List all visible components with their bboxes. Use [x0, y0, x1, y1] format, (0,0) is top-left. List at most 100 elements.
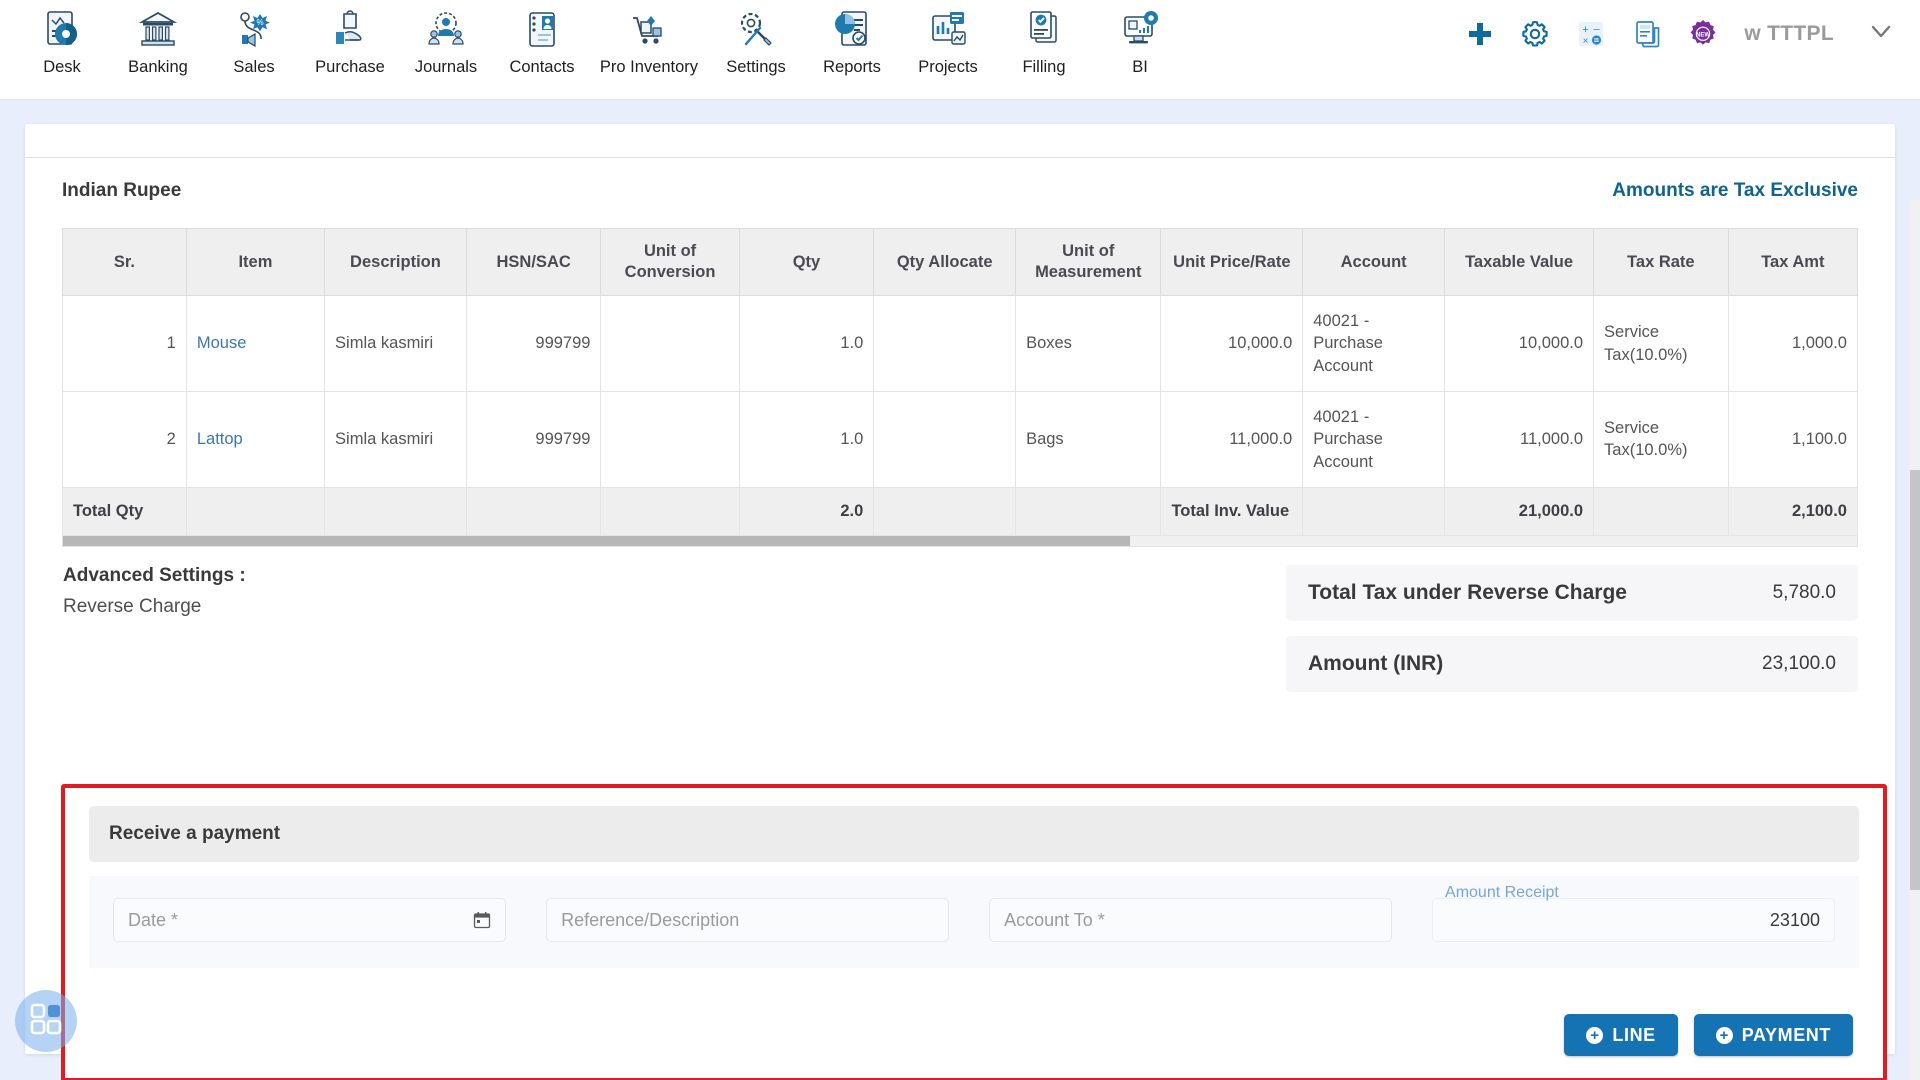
col-hsn-sac: HSN/SAC: [465, 227, 602, 297]
date-input[interactable]: Date *: [113, 898, 507, 942]
table-header-row: Sr. Item Description HSN/SAC Unit of Con…: [62, 227, 1859, 297]
filling-docs-icon: [1022, 6, 1066, 54]
receive-payment-fields: Date * Reference/Description Account To …: [89, 876, 1859, 968]
cell-description: Simla kasmiri: [324, 295, 467, 393]
cell-unit-conversion: [600, 295, 740, 393]
nav-item-label: Journals: [414, 58, 478, 76]
total-qty-label: Total Qty: [62, 486, 187, 536]
table-totals-row: Total Qty 2.0 Total Inv. Value 21,000.0: [62, 486, 1859, 536]
contacts-card-icon: [520, 6, 564, 54]
col-sr: Sr.: [62, 227, 187, 297]
add-payment-label: PAYMENT: [1741, 1024, 1831, 1045]
new-badge-icon[interactable]: NEW: [1688, 19, 1718, 49]
nav-item-label: Purchase: [315, 58, 385, 76]
nav-item-contacts[interactable]: Contacts: [494, 0, 590, 77]
col-qty: Qty: [738, 227, 875, 297]
purchase-hand-icon: [328, 6, 372, 54]
total-blank-6: [1015, 486, 1162, 536]
account-to-input[interactable]: Account To *: [989, 898, 1393, 942]
nav-item-bi[interactable]: BI: [1092, 0, 1188, 77]
card-top-strip: [25, 124, 1895, 158]
inventory-cart-icon: [627, 6, 671, 54]
cell-description: Simla kasmiri: [324, 391, 467, 488]
col-account: Account: [1302, 227, 1446, 297]
reference-placeholder: Reference/Description: [561, 909, 740, 930]
total-taxable-value: 21,000.0: [1444, 486, 1595, 536]
plus-circle-icon: +: [1715, 1026, 1733, 1044]
add-line-button[interactable]: + LINE: [1564, 1014, 1678, 1056]
col-tax-amt: Tax Amt: [1727, 227, 1859, 297]
col-unit-of-measurement: Unit of Measurement: [1015, 227, 1162, 297]
line-items-table: Sr. Item Description HSN/SAC Unit of Con…: [62, 227, 1859, 536]
svg-text:+: +: [1583, 24, 1589, 36]
cell-unit-conversion: [600, 391, 740, 488]
journals-people-icon: [424, 6, 468, 54]
settings-tools-icon: [734, 6, 778, 54]
nav-item-projects[interactable]: Projects: [900, 0, 996, 77]
add-plus-icon[interactable]: [1466, 20, 1494, 48]
col-unit-of-conversion: Unit of Conversion: [600, 227, 740, 297]
nav-item-journals[interactable]: Journals: [398, 0, 494, 77]
table-horizontal-scrollbar[interactable]: [62, 535, 1858, 547]
nav-item-settings[interactable]: Settings: [708, 0, 804, 77]
payment-action-buttons: + LINE + PAYMENT: [89, 1014, 1859, 1056]
nav-item-label: Filling: [1022, 58, 1066, 76]
item-link[interactable]: Lattop: [197, 430, 243, 448]
top-nav-right-actions: + – × NEW w TTTPL: [1466, 18, 1902, 49]
calculator-icon[interactable]: + – ×: [1576, 19, 1606, 49]
cell-item: Mouse: [185, 295, 326, 393]
item-link[interactable]: Mouse: [197, 334, 247, 352]
total-reverse-charge-value: 5,780.0: [1772, 581, 1836, 603]
floating-widget-button[interactable]: [15, 990, 77, 1052]
cell-unit-price: 10,000.0: [1160, 295, 1304, 393]
receive-payment-header: Receive a payment: [89, 806, 1859, 862]
total-blank-5: [873, 486, 1017, 536]
cell-qty-allocate: [873, 295, 1017, 393]
sales-tag-icon: %: [232, 6, 276, 54]
total-reverse-charge-row: Total Tax under Reverse Charge 5,780.0: [1286, 564, 1858, 621]
top-navigation-bar: Desk Banking % Sales Purchase Journals C…: [0, 0, 1920, 100]
calendar-icon[interactable]: [473, 911, 491, 929]
invoice-card-inner: Indian Rupee Amounts are Tax Exclusive S…: [25, 158, 1895, 707]
chevron-down-icon[interactable]: [1860, 18, 1902, 49]
amount-receipt-input[interactable]: 23100: [1432, 898, 1835, 942]
user-account-name[interactable]: w TTTPL: [1744, 22, 1834, 46]
document-icon[interactable]: [1632, 19, 1662, 49]
col-unit-price-rate: Unit Price/Rate: [1160, 227, 1304, 297]
cell-taxable-value: 11,000.0: [1444, 391, 1595, 488]
cell-uom: Boxes: [1015, 295, 1162, 393]
cell-qty: 1.0: [738, 391, 875, 488]
nav-item-sales[interactable]: % Sales: [206, 0, 302, 77]
total-blank-7: [1302, 486, 1446, 536]
nav-item-desk[interactable]: Desk: [14, 0, 110, 77]
amount-receipt-field-wrap: Amount Receipt 23100: [1432, 884, 1835, 942]
cell-sr: 2: [62, 391, 187, 488]
amount-receipt-value: 23100: [1769, 909, 1820, 930]
total-blank-1: [185, 486, 326, 536]
tax-exclusive-link[interactable]: Amounts are Tax Exclusive: [1612, 180, 1858, 202]
nav-item-label: Projects: [918, 58, 978, 76]
page-vertical-scrollbar[interactable]: [1910, 200, 1920, 1080]
nav-item-filling[interactable]: Filling: [996, 0, 1092, 77]
nav-item-label: Sales: [233, 58, 275, 76]
total-blank-8: [1593, 486, 1729, 536]
cell-tax-rate: Service Tax(10.0%): [1593, 295, 1729, 393]
cell-tax-rate: Service Tax(10.0%): [1593, 391, 1729, 488]
nav-item-purchase[interactable]: Purchase: [302, 0, 398, 77]
nav-item-label: Desk: [43, 58, 81, 76]
svg-text:×: ×: [1583, 36, 1589, 47]
cell-item: Lattop: [185, 391, 326, 488]
reference-description-input[interactable]: Reference/Description: [546, 898, 950, 942]
nav-item-banking[interactable]: Banking: [110, 0, 206, 77]
col-qty-allocate: Qty Allocate: [873, 227, 1017, 297]
invoice-card: Indian Rupee Amounts are Tax Exclusive S…: [25, 124, 1895, 1080]
nav-item-label: Reports: [823, 58, 881, 76]
add-payment-button[interactable]: + PAYMENT: [1693, 1014, 1853, 1056]
col-description: Description: [324, 227, 467, 297]
cell-uom: Bags: [1015, 391, 1162, 488]
plus-circle-icon: +: [1586, 1026, 1604, 1044]
nav-item-reports[interactable]: Reports: [804, 0, 900, 77]
gear-icon[interactable]: [1520, 19, 1550, 49]
bi-monitor-icon: [1118, 6, 1162, 54]
nav-item-pro-inventory[interactable]: Pro Inventory: [590, 0, 708, 77]
